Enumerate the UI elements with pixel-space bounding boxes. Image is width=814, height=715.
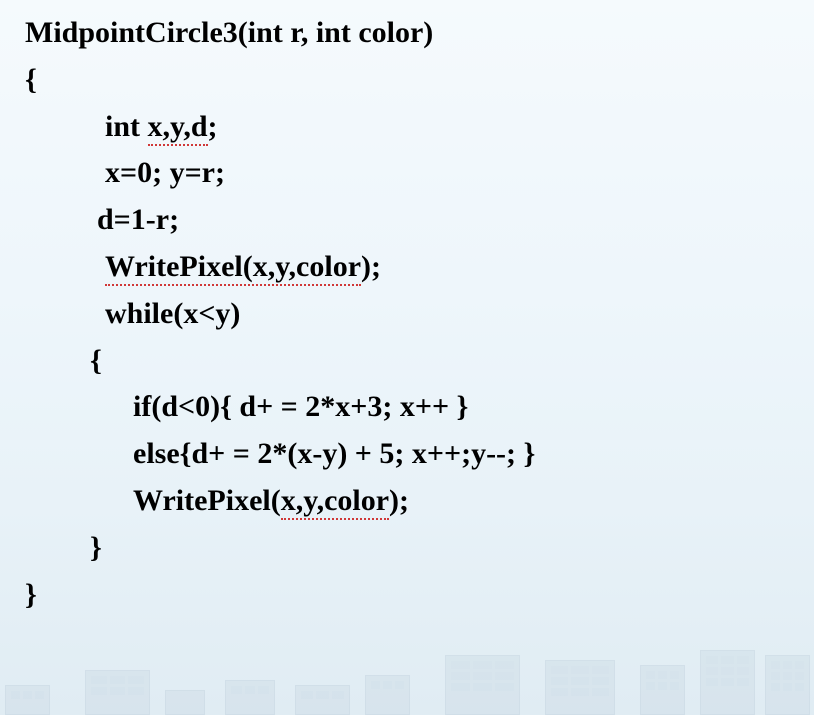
code-line-7: while(x<y)	[25, 291, 814, 338]
code-underline: x,y,d	[148, 110, 208, 146]
code-text: int	[105, 110, 148, 143]
code-text: {	[25, 63, 37, 96]
code-line-5: d=1-r;	[25, 197, 814, 244]
code-line-11: WritePixel(x,y,color);	[25, 478, 814, 525]
code-line-1: MidpointCircle3(int r, int color)	[25, 10, 814, 57]
code-text: if(d<0){ d+ = 2*x+3; x++ }	[133, 390, 468, 423]
code-line-2: {	[25, 57, 814, 104]
code-underline: x,y,color	[281, 484, 389, 520]
code-text: );	[361, 250, 381, 283]
code-text: WritePixel(	[133, 484, 281, 517]
code-line-13: }	[25, 572, 814, 619]
code-underline: WritePixel(x,y,color	[105, 250, 361, 286]
code-line-9: if(d<0){ d+ = 2*x+3; x++ }	[25, 384, 814, 431]
code-text: MidpointCircle3(int r, int color)	[25, 16, 433, 49]
code-line-12: }	[25, 525, 814, 572]
code-text: else{d+ = 2*(x-y) + 5; x++;y--; }	[133, 437, 535, 470]
code-text: x=0; y=r;	[105, 156, 225, 189]
code-line-4: x=0; y=r;	[25, 150, 814, 197]
code-text: while(x<y)	[105, 297, 240, 330]
code-text: );	[389, 484, 409, 517]
code-text: }	[90, 531, 102, 564]
code-text: ;	[208, 110, 218, 143]
code-text: {	[90, 344, 102, 377]
code-line-10: else{d+ = 2*(x-y) + 5; x++;y--; }	[25, 431, 814, 478]
code-line-6: WritePixel(x,y,color);	[25, 244, 814, 291]
code-line-3: int x,y,d;	[25, 104, 814, 151]
code-text: }	[25, 578, 37, 611]
code-text: d=1-r;	[97, 203, 179, 236]
code-line-8: {	[25, 338, 814, 385]
